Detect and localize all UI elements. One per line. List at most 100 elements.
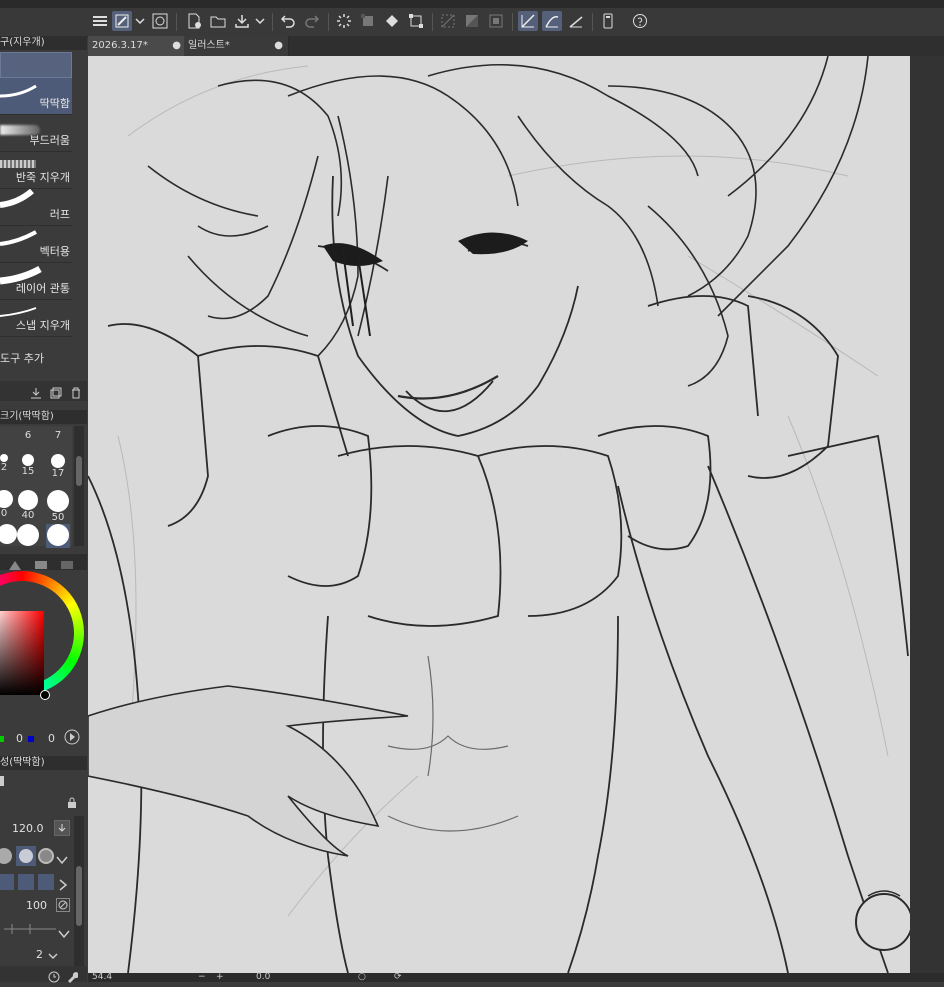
lock-icon[interactable] (66, 794, 78, 813)
trash-icon[interactable] (70, 384, 82, 403)
color-picker-handle[interactable] (40, 690, 50, 700)
add-tool-label: 도구 추가 (0, 352, 44, 365)
modified-dot-icon[interactable]: ● (172, 36, 181, 56)
open-file-icon[interactable] (208, 11, 228, 31)
property-footer (0, 966, 87, 983)
snap-ruler-icon[interactable] (518, 11, 538, 31)
dropdown-icon[interactable] (134, 11, 146, 31)
new-file-icon[interactable] (184, 11, 204, 31)
separator (592, 13, 593, 31)
no-entry-icon[interactable] (56, 898, 70, 912)
property-scrollbar[interactable] (74, 816, 84, 976)
brush-size-option[interactable] (16, 524, 40, 548)
swatch[interactable] (38, 874, 54, 890)
subtool-label: 러프 (49, 208, 70, 221)
brush-shape-option[interactable] (0, 848, 12, 864)
status-bar: 54.4 − + 0.0 ○ ⟳ (88, 973, 944, 982)
clock-icon[interactable] (48, 968, 60, 987)
separator (328, 13, 329, 31)
subtool-item-soft[interactable]: 부드러움 (0, 115, 72, 152)
swatch[interactable] (0, 874, 14, 890)
size-adjust-icon[interactable] (54, 820, 70, 836)
download-icon[interactable] (30, 384, 42, 403)
lasso-icon[interactable] (150, 11, 170, 31)
save-icon[interactable] (232, 11, 252, 31)
chevron-down-icon[interactable] (58, 924, 70, 943)
canvas-right-margin (910, 56, 944, 973)
scrollbar[interactable] (74, 426, 84, 546)
size-dot (47, 490, 69, 512)
undo-icon[interactable] (278, 11, 298, 31)
play-icon[interactable] (64, 729, 80, 749)
brush-size-option[interactable]: 40 (16, 490, 40, 521)
green-swatch (0, 736, 4, 742)
help-icon[interactable] (630, 11, 650, 31)
drawing-canvas[interactable] (88, 56, 910, 973)
plus-icon[interactable]: + (216, 973, 224, 982)
fit-icon[interactable]: ○ (358, 973, 366, 982)
line-art-illustration (88, 56, 910, 973)
subtool-item-kneaded[interactable]: 반죽 지우개 (0, 152, 72, 189)
brush-size-option[interactable]: 50 (46, 490, 70, 523)
blend-value[interactable]: 2 (36, 948, 43, 961)
snap-grid-icon[interactable] (566, 11, 586, 31)
brush-size-option[interactable]: 2 (0, 454, 14, 478)
loading-icon[interactable] (334, 11, 354, 31)
chevron-down-icon[interactable] (48, 950, 58, 963)
dropdown-icon[interactable] (254, 11, 266, 31)
transform-icon[interactable] (358, 11, 378, 31)
tab-document-2[interactable]: 일러스트* ● (184, 36, 289, 56)
brush-size-option-selected[interactable] (46, 524, 70, 548)
green-value: 0 (16, 732, 23, 745)
invert-selection-icon[interactable] (462, 11, 482, 31)
stabilizer-slider-row (0, 922, 72, 939)
subtool-item-through-layer[interactable]: 레이어 관통 (0, 263, 72, 300)
color-wheel[interactable] (0, 571, 86, 731)
swatch[interactable] (18, 874, 34, 890)
brush-size-value[interactable]: 120.0 (12, 822, 44, 835)
chevron-right-icon[interactable] (58, 876, 68, 895)
redo-icon[interactable] (302, 11, 322, 31)
scrollbar-thumb[interactable] (76, 866, 82, 926)
brush-size-option[interactable]: 17 (48, 454, 68, 479)
subtool-item-vector[interactable]: 벡터용 (0, 226, 72, 263)
menu-bar (0, 0, 944, 8)
brush-size-option[interactable]: 15 (18, 454, 38, 478)
chevron-down-icon[interactable] (56, 850, 68, 869)
scrollbar-thumb[interactable] (76, 456, 82, 486)
fill-icon[interactable] (382, 11, 402, 31)
tab-document-1[interactable]: 2026.3.17* ● (88, 36, 187, 56)
subtool-item-hard[interactable]: 딱딱함 (0, 78, 72, 115)
duplicate-icon[interactable] (50, 384, 62, 403)
smartphone-icon[interactable] (598, 11, 618, 31)
color-swatch-row (0, 872, 72, 892)
brush-shape-selected[interactable] (16, 846, 36, 866)
size-dot (0, 454, 8, 462)
color-panel-tabs (0, 554, 87, 570)
brush-size-option[interactable]: 0 (0, 490, 14, 519)
command-bar (0, 8, 944, 37)
select-transform-icon[interactable] (406, 11, 426, 31)
zoom-value[interactable]: 54.4 (92, 973, 112, 982)
brush-tool-icon[interactable] (112, 11, 132, 31)
subtool-label: 딱딱함 (39, 97, 70, 110)
brush-size-label: 40 (21, 510, 35, 521)
modified-dot-icon[interactable]: ● (274, 36, 283, 56)
saturation-square[interactable] (0, 611, 44, 695)
add-tool-button[interactable]: 도구 추가 (0, 350, 87, 366)
size-dot (0, 490, 13, 508)
rotate-icon[interactable]: ⟳ (394, 973, 402, 982)
hide-selection-icon[interactable] (438, 11, 458, 31)
snap-special-ruler-icon[interactable] (542, 11, 562, 31)
minus-icon[interactable]: − (198, 973, 206, 982)
clear-selection-icon[interactable] (486, 11, 506, 31)
subtool-item-rough[interactable]: 러프 (0, 189, 72, 226)
subtool-item-snap[interactable]: 스냅 지우개 (0, 300, 72, 337)
brush-shape-option[interactable] (38, 848, 54, 864)
wrench-icon[interactable] (66, 968, 79, 987)
opacity-value[interactable]: 100 (26, 899, 47, 912)
brush-size-label: 0 (0, 508, 8, 519)
rotation-value[interactable]: 0.0 (256, 973, 270, 982)
subtool-group-tab[interactable] (0, 52, 72, 78)
menu-icon[interactable] (90, 11, 110, 31)
